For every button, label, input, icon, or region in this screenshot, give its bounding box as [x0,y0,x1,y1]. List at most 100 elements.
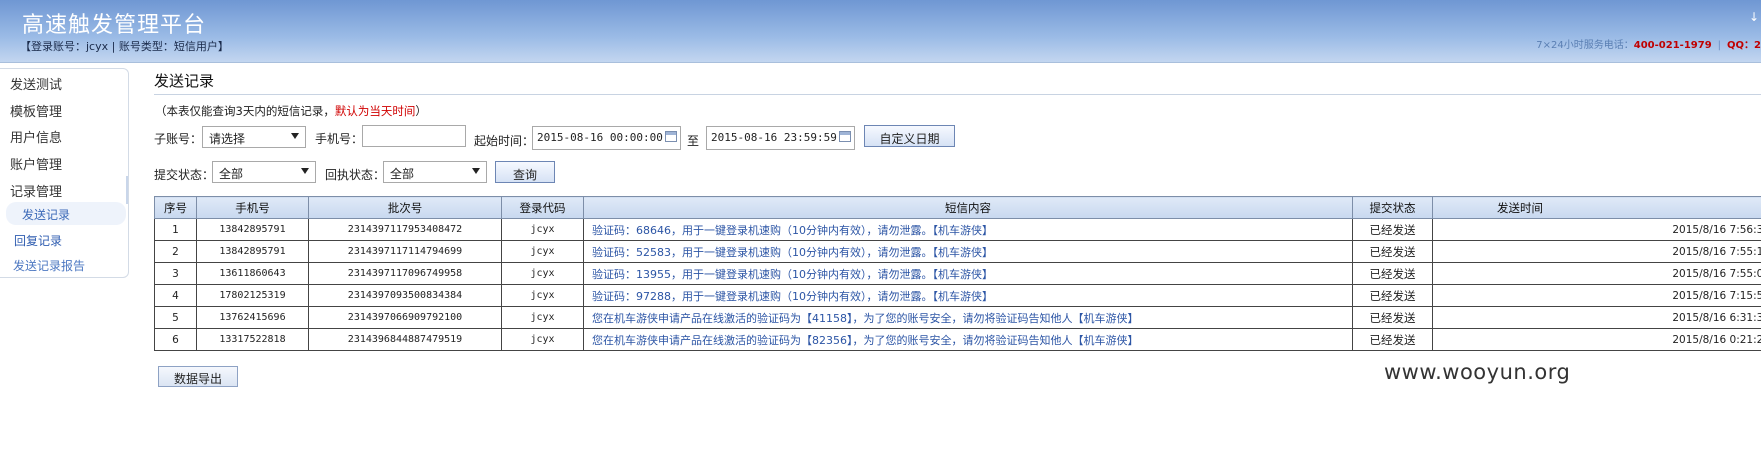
query-notice: （本表仅能查询3天内的短信记录，默认为当天时间） [155,103,427,119]
cell-batch: 2314397093500834384 [308,284,502,307]
notice-prefix: （本表仅能查询3天内的短信记录， [155,104,335,118]
cell-send-time: 2015/8/16 0:21:28 [1432,328,1761,351]
sub-account-label: 子账号： [154,132,203,146]
cell-send-time: 2015/8/16 6:31:31 [1432,306,1761,329]
cell-phone: 13762415696 [196,306,309,329]
cell-batch: 2314397117953408472 [308,218,502,241]
cell-content: 验证码：97288，用于一键登录机速购（10分钟内有效），请勿泄露。【机车游侠】 [583,284,1353,307]
cell-batch: 2314396844887479519 [308,328,502,351]
cell-content: 验证码：13955，用于一键登录机速购（10分钟内有效），请勿泄露。【机车游侠】 [583,262,1353,285]
notice-suffix: ） [415,104,427,118]
sidebar-item-send-test[interactable]: 发送测试 [10,74,62,93]
sidebar-subitem-send-report[interactable]: 发送记录报告 [13,257,85,274]
cell-batch: 2314397066909792100 [308,306,502,329]
cell-batch: 2314397117096749958 [308,262,502,285]
sub-account-select[interactable]: 请选择 [202,126,306,148]
column-header-phone: 手机号 [196,196,309,219]
table-row: 2 13842895791 2314397117114794699 jcyx 验… [154,240,1761,263]
query-button[interactable]: 查询 [495,161,555,183]
custom-date-button[interactable]: 自定义日期 [864,125,955,147]
cell-login-code: jcyx [501,240,584,263]
column-header-batch: 批次号 [308,196,502,219]
cell-login-code: jcyx [501,328,584,351]
receipt-status-select[interactable]: 全部 [383,161,487,183]
end-time-input[interactable]: 2015-08-16 23:59:59 [706,126,855,150]
export-data-button[interactable]: 数据导出 [158,366,238,387]
cell-no: 4 [154,284,197,307]
cell-phone: 13842895791 [196,218,309,241]
start-time-value: 2015-08-16 00:00:00 [537,131,663,144]
watermark: www.wooyun.org [1384,360,1571,384]
cell-content: 您在机车游侠申请产品在线激活的验证码为【41158】，为了您的账号安全，请勿将验… [583,306,1353,329]
cell-status: 已经发送 [1352,218,1433,241]
receipt-status-label: 回执状态： [325,168,386,182]
cell-status: 已经发送 [1352,284,1433,307]
cell-login-code: jcyx [501,262,584,285]
chevron-down-icon [472,168,480,174]
cell-send-time: 2015/8/16 7:15:50 [1432,284,1761,307]
start-time-label: 起始时间： [474,134,535,148]
table-row: 3 13611860643 2314397117096749958 jcyx 验… [154,262,1761,285]
sidebar-item-user-info[interactable]: 用户信息 [10,127,62,146]
service-info: 7×24小时服务电话：400-021-1979 | QQ：2 [1536,36,1761,51]
sidebar-item-records[interactable]: 记录管理 [10,181,62,200]
column-header-content: 短信内容 [583,196,1353,219]
table-header-row: 序号 手机号 批次号 登录代码 短信内容 提交状态 发送时间 [154,196,1761,219]
sidebar-active-marker [126,176,128,204]
cell-no: 1 [154,218,197,241]
login-info: 【登录账号：jcyx | 账号类型：短信用户】 [20,40,229,53]
submit-status-label: 提交状态： [154,168,215,182]
calendar-icon[interactable] [839,131,851,142]
cell-batch: 2314397117114794699 [308,240,502,263]
cell-send-time: 2015/8/16 7:55:09 [1432,262,1761,285]
sidebar-subitem-reply-records[interactable]: 回复记录 [14,232,62,249]
cell-send-time: 2015/8/16 7:55:11 [1432,240,1761,263]
table-row: 5 13762415696 2314397066909792100 jcyx 您… [154,306,1761,329]
phone-label: 手机号： [315,132,364,146]
cell-no: 2 [154,240,197,263]
end-time-value: 2015-08-16 23:59:59 [711,131,837,144]
sidebar-subitem-send-records[interactable]: 发送记录 [6,202,126,225]
notice-highlight: 默认为当天时间 [334,104,416,118]
page-title: 发送记录 [154,72,215,90]
cell-no: 6 [154,328,197,351]
table-row: 1 13842895791 2314397117953408472 jcyx 验… [154,218,1761,241]
column-header-no: 序号 [154,196,197,219]
cell-send-time: 2015/8/16 7:56:35 [1432,218,1761,241]
cell-phone: 13317522818 [196,328,309,351]
records-table: 序号 手机号 批次号 登录代码 短信内容 提交状态 发送时间 1 1384289… [154,196,1761,351]
qq-label: QQ：2 [1727,40,1761,51]
submit-status-value: 全部 [219,167,244,181]
calendar-icon[interactable] [665,131,677,142]
cell-phone: 13842895791 [196,240,309,263]
separator: | [1717,40,1722,51]
cell-status: 已经发送 [1352,306,1433,329]
title-divider [154,94,1761,95]
sub-account-value: 请选择 [209,132,246,146]
cell-content: 验证码：52583，用于一键登录机速购（10分钟内有效），请勿泄露。【机车游侠】 [583,240,1353,263]
sidebar-item-template[interactable]: 模板管理 [10,101,62,120]
cell-login-code: jcyx [501,306,584,329]
start-time-input[interactable]: 2015-08-16 00:00:00 [532,126,681,150]
column-header-login-code: 登录代码 [501,196,584,219]
cell-phone: 17802125319 [196,284,309,307]
cell-login-code: jcyx [501,218,584,241]
cell-no: 5 [154,306,197,329]
app-title: 高速触发管理平台 [22,13,207,38]
header-corner-mark: ↓ [1748,10,1759,24]
receipt-status-value: 全部 [390,167,415,181]
submit-status-select[interactable]: 全部 [212,161,316,183]
column-header-send-time: 发送时间 [1432,196,1761,219]
cell-no: 3 [154,262,197,285]
cell-content: 验证码：68646，用于一键登录机速购（10分钟内有效），请勿泄露。【机车游侠】 [583,218,1353,241]
phone-input[interactable] [362,125,466,147]
cell-status: 已经发送 [1352,240,1433,263]
cell-content: 您在机车游侠申请产品在线激活的验证码为【82356】，为了您的账号安全，请勿将验… [583,328,1353,351]
table-row: 4 17802125319 2314397093500834384 jcyx 验… [154,284,1761,307]
column-header-status: 提交状态 [1352,196,1433,219]
sidebar-item-account[interactable]: 账户管理 [10,154,62,173]
service-phone: 400-021-1979 [1633,40,1712,51]
sidebar-subitem-label: 发送记录 [22,208,71,222]
chevron-down-icon [301,168,309,174]
chevron-down-icon [291,133,299,139]
